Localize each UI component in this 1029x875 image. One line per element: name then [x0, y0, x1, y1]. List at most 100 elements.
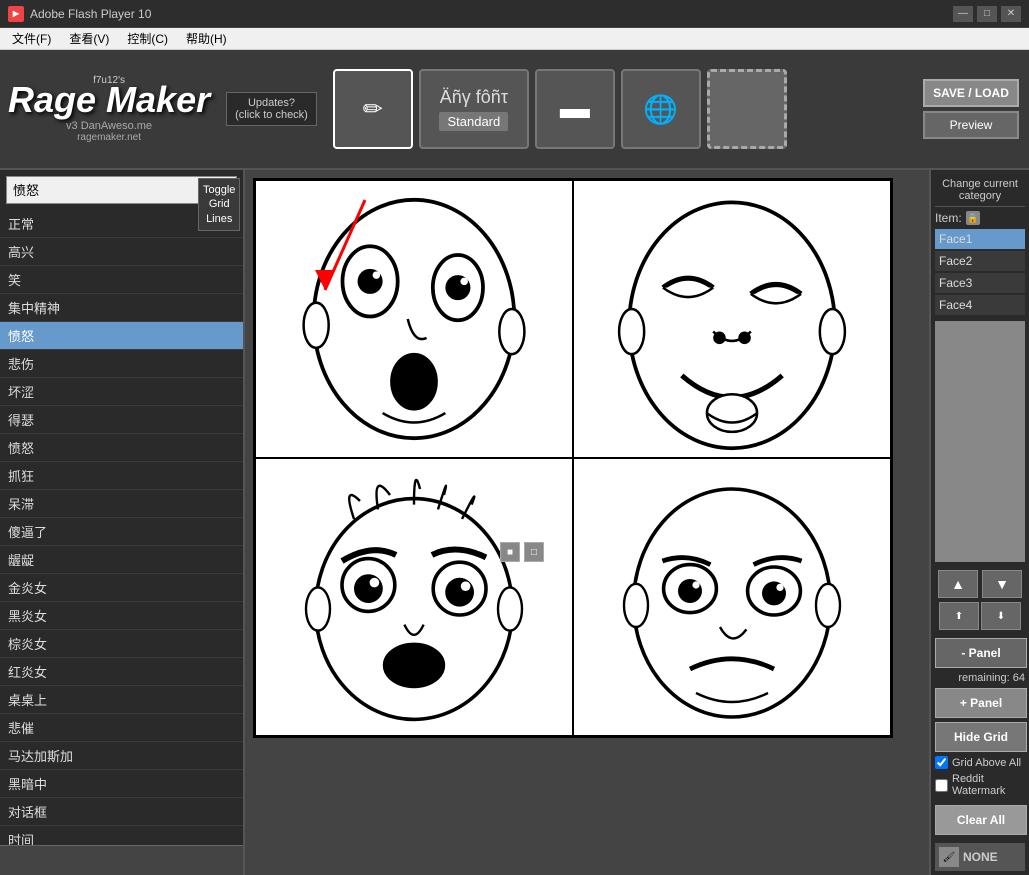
item-option-face2[interactable]: Face2 — [935, 251, 1025, 271]
bottom-controls: - Panel remaining: 64 + Panel Hide Grid … — [935, 638, 1025, 871]
list-item-2[interactable]: 笑 — [0, 266, 243, 294]
change-category-label: Change current category — [935, 174, 1025, 207]
title-left: ▶ Adobe Flash Player 10 — [8, 6, 151, 22]
list-item-22[interactable]: 时间 — [0, 826, 243, 845]
item-preview — [935, 321, 1025, 562]
item-option-face4[interactable]: Face4 — [935, 295, 1025, 315]
item-nav: ▲ ▼ — [935, 570, 1025, 598]
reddit-watermark-label: Reddit Watermark — [952, 773, 1025, 797]
list-item-10[interactable]: 呆滞 — [0, 490, 243, 518]
menu-view[interactable]: 查看(V) — [61, 28, 117, 49]
list-item-9[interactable]: 抓狂 — [0, 462, 243, 490]
close-button[interactable]: ✕ — [1001, 6, 1021, 22]
list-item-15[interactable]: 棕炎女 — [0, 630, 243, 658]
menu-bar: 文件(F) 查看(V) 控制(C) 帮助(H) — [0, 28, 1029, 50]
maximize-button[interactable]: □ — [977, 6, 997, 22]
list-item-7[interactable]: 得瑟 — [0, 406, 243, 434]
font-button[interactable]: Äñγ fôñτ Standard — [419, 69, 529, 149]
preview-label: Preview — [950, 118, 993, 132]
list-item-8[interactable]: 愤怒 — [0, 434, 243, 462]
toggle-grid-line1: Toggle — [203, 183, 235, 197]
rage-face-3 — [256, 459, 572, 735]
none-row[interactable]: 🖌 NONE — [935, 843, 1025, 871]
remaining-text: remaining: 64 — [935, 672, 1025, 684]
menu-control[interactable]: 控制(C) — [119, 28, 176, 49]
reddit-watermark-row: Reddit Watermark — [935, 773, 1025, 797]
none-label: NONE — [963, 850, 998, 864]
item-panel: Change current category Item: 🔒 Face1 Fa… — [929, 170, 1029, 875]
list-item-16[interactable]: 红炎女 — [0, 658, 243, 686]
comic-panel-2[interactable] — [573, 180, 891, 458]
lock-icon: 🔒 — [966, 211, 980, 225]
nav-down-button[interactable]: ▼ — [982, 570, 1022, 598]
main-content: 愤怒 正常 高兴 笑 集中精神 悲伤 坏涩 得瑟 抓狂 呆滞 傻逼了 龌龊 金炎… — [0, 170, 1029, 875]
canvas-area[interactable]: ■ □ — [245, 170, 929, 875]
menu-file[interactable]: 文件(F) — [4, 28, 59, 49]
list-item-17[interactable]: 桌桌上 — [0, 686, 243, 714]
save-load-label: SAVE / LOAD — [933, 86, 1009, 100]
rage-face-1 — [256, 181, 572, 457]
item-label-row: Item: 🔒 — [935, 211, 1025, 225]
nav-bottom-button[interactable]: ⬇ — [981, 602, 1021, 630]
rage-face-2 — [574, 181, 890, 457]
title-bar: ▶ Adobe Flash Player 10 — □ ✕ — [0, 0, 1029, 28]
logo-version: v3 DanAweso.me — [66, 120, 152, 132]
rage-face-4 — [574, 459, 890, 735]
toolbar: f7u12's Rage Maker v3 DanAweso.me ragema… — [0, 50, 1029, 170]
save-load-button[interactable]: SAVE / LOAD — [923, 79, 1019, 107]
menu-help[interactable]: 帮助(H) — [178, 28, 235, 49]
list-item-14[interactable]: 黑炎女 — [0, 602, 243, 630]
list-item-6[interactable]: 坏涩 — [0, 378, 243, 406]
size-small-button[interactable]: ■ — [500, 542, 520, 562]
comic-panel-4[interactable] — [573, 458, 891, 736]
comic-panel-1[interactable] — [255, 180, 573, 458]
font-label: Äñγ fôñτ — [440, 87, 508, 108]
hide-grid-button[interactable]: Hide Grid — [935, 722, 1027, 752]
list-item-19[interactable]: 马达加斯加 — [0, 742, 243, 770]
pencil-icon: ✏ — [363, 95, 383, 124]
font-sub: Standard — [439, 112, 508, 131]
item-option-face3[interactable]: Face3 — [935, 273, 1025, 293]
app-title: Adobe Flash Player 10 — [30, 7, 151, 21]
comic-panel-3[interactable] — [255, 458, 573, 736]
nav-up-button[interactable]: ▲ — [938, 570, 978, 598]
toggle-grid-button[interactable]: Toggle Grid Lines — [198, 178, 240, 231]
none-icon: 🖌 — [939, 847, 959, 867]
list-item-20[interactable]: 黑暗中 — [0, 770, 243, 798]
updates-button[interactable]: Updates? (click to check) — [226, 92, 317, 126]
list-item-5[interactable]: 悲伤 — [0, 350, 243, 378]
minimize-button[interactable]: — — [953, 6, 973, 22]
minus-panel-button[interactable]: - Panel — [935, 638, 1027, 668]
list-item-18[interactable]: 悲催 — [0, 714, 243, 742]
clear-all-button[interactable]: Clear All — [935, 805, 1027, 835]
color-button[interactable]: ▬ — [535, 69, 615, 149]
list-item-4[interactable]: 愤怒 — [0, 322, 243, 350]
comic-canvas — [253, 178, 893, 738]
globe-button[interactable]: 🌐 — [621, 69, 701, 149]
list-item-12[interactable]: 龌龊 — [0, 546, 243, 574]
list-item-13[interactable]: 金炎女 — [0, 574, 243, 602]
list-item-21[interactable]: 对话框 — [0, 798, 243, 826]
grid-above-all-row: Grid Above All — [935, 756, 1025, 769]
preview-button[interactable]: Preview — [923, 111, 1019, 139]
size-large-button[interactable]: □ — [524, 542, 544, 562]
sidebar-bottom — [0, 845, 243, 875]
plus-panel-button[interactable]: + Panel — [935, 688, 1027, 718]
logo-site: ragemaker.net — [77, 132, 141, 143]
app-icon: ▶ — [8, 6, 24, 22]
nav-top-button[interactable]: ⬆ — [939, 602, 979, 630]
border-button[interactable] — [707, 69, 787, 149]
list-item-1[interactable]: 高兴 — [0, 238, 243, 266]
color-icon: ▬ — [560, 92, 590, 126]
logo-area: f7u12's Rage Maker v3 DanAweso.me ragema… — [8, 75, 210, 143]
reddit-watermark-checkbox[interactable] — [935, 779, 948, 792]
globe-icon: 🌐 — [643, 93, 678, 126]
logo-text: Rage Maker — [8, 82, 210, 118]
nav-end-buttons: ⬆ ⬇ — [935, 602, 1025, 630]
list-item-11[interactable]: 傻逼了 — [0, 518, 243, 546]
grid-above-all-checkbox[interactable] — [935, 756, 948, 769]
list-item-3[interactable]: 集中精神 — [0, 294, 243, 322]
toggle-grid-line3: Lines — [203, 212, 235, 226]
item-option-face1[interactable]: Face1 — [935, 229, 1025, 249]
pencil-button[interactable]: ✏ — [333, 69, 413, 149]
